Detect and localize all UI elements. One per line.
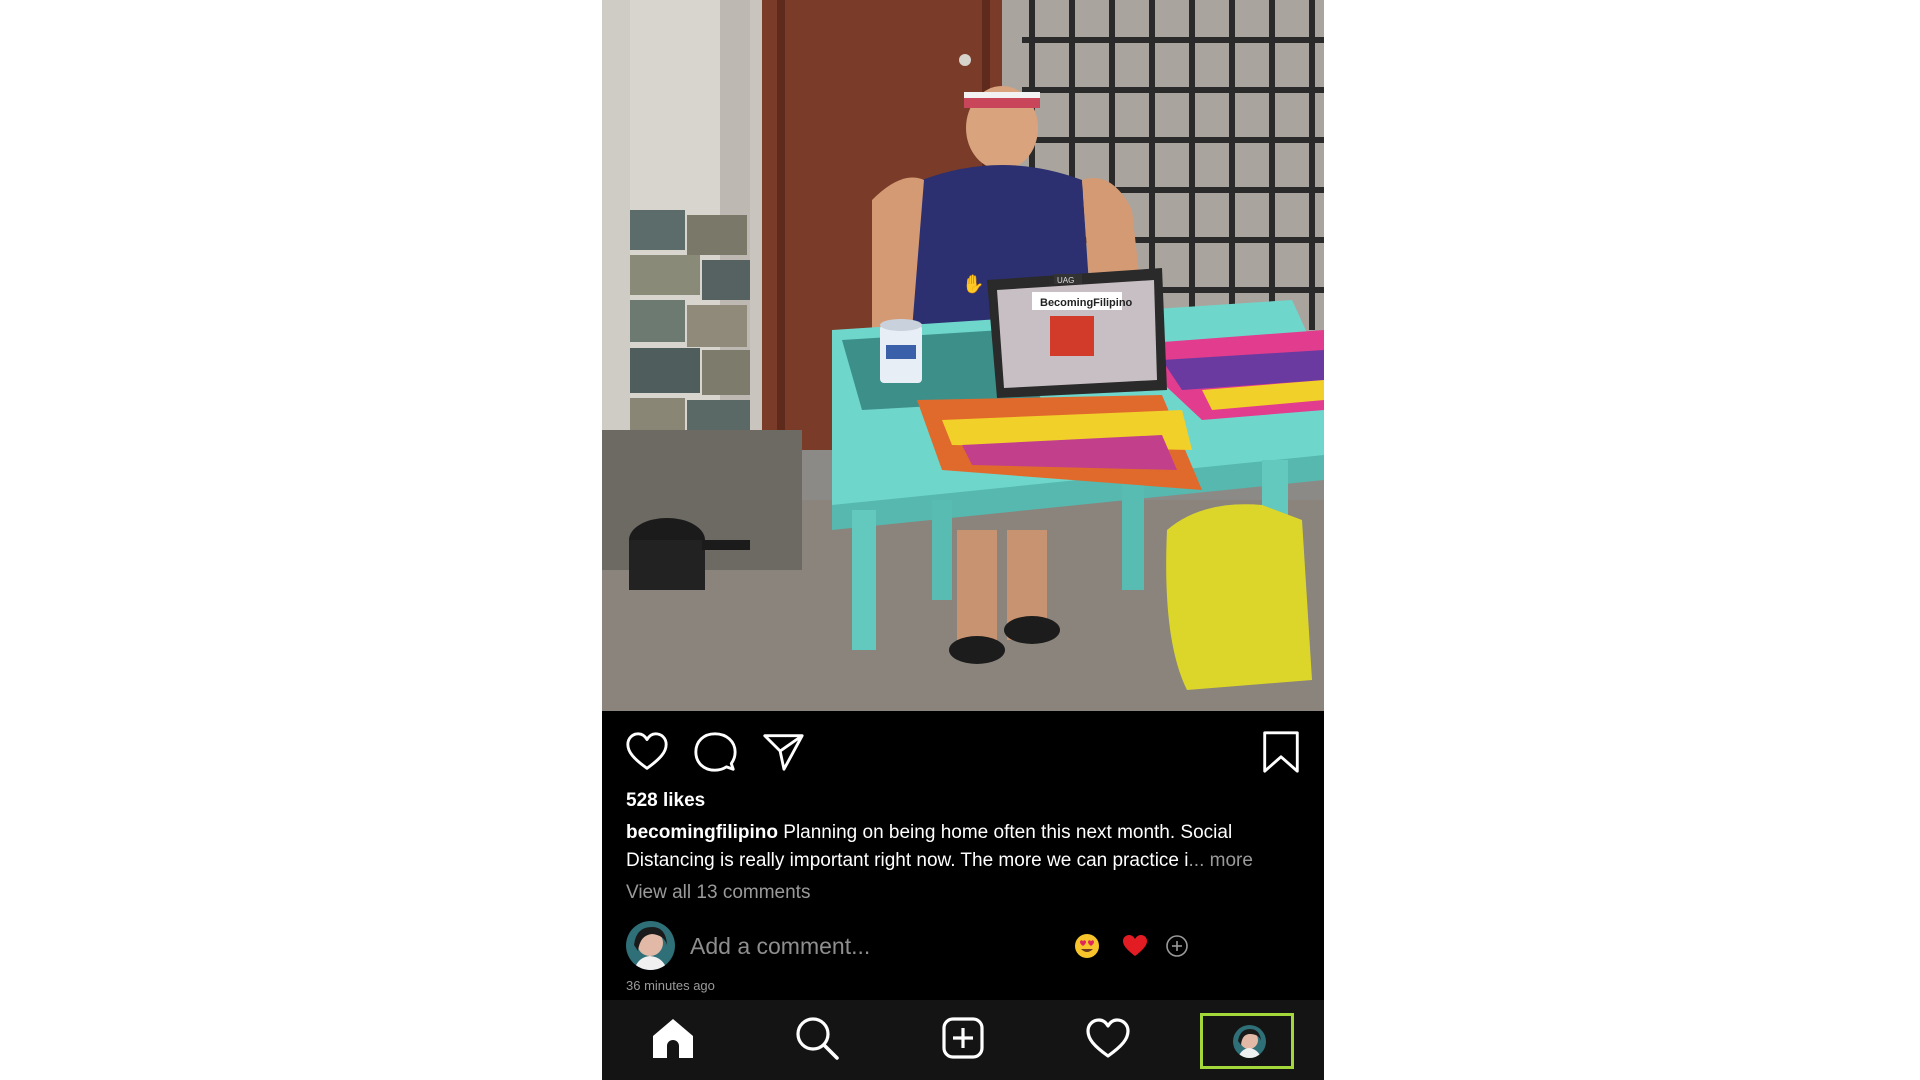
view-all-comments-link[interactable]: View all 13 comments <box>626 882 810 904</box>
save-button[interactable] <box>1258 729 1304 775</box>
more-reactions-button[interactable] <box>1164 933 1190 959</box>
profile-avatar-image <box>1233 1025 1266 1058</box>
nav-new-post[interactable] <box>939 1014 987 1062</box>
post-caption: becomingfilipino Planning on being home … <box>626 819 1306 875</box>
nav-search[interactable] <box>793 1014 841 1062</box>
new-post-icon <box>942 1017 984 1059</box>
profile-avatar-icon <box>1233 1025 1266 1058</box>
laptop: BecomingFilipino UAG <box>987 268 1167 398</box>
nav-activity[interactable] <box>1084 1014 1132 1062</box>
user-avatar-image <box>626 921 675 970</box>
quick-reaction-heart-eyes[interactable] <box>1074 933 1100 959</box>
send-icon <box>763 734 804 771</box>
svg-text:✋: ✋ <box>962 273 984 294</box>
yellow-bag <box>1166 504 1312 690</box>
caption-username[interactable]: becomingfilipino <box>626 822 778 843</box>
comment-button[interactable] <box>692 729 738 775</box>
instagram-post-screen: ✋ BecomingFilipino UAG 528 likes becomin… <box>602 0 1324 1080</box>
nav-home[interactable] <box>649 1014 697 1062</box>
share-button[interactable] <box>760 729 806 775</box>
post-timestamp: 36 minutes ago <box>626 978 715 993</box>
heart-icon <box>626 732 668 770</box>
bottom-navigation-bar <box>602 1000 1324 1080</box>
post-photo-illustration: ✋ BecomingFilipino UAG <box>602 0 1324 711</box>
more-link[interactable]: ... more <box>1189 850 1253 871</box>
heart-eyes-emoji-icon <box>1075 934 1099 958</box>
coffee-mug <box>880 319 922 383</box>
home-icon <box>653 1019 693 1058</box>
comment-icon <box>694 732 737 772</box>
like-button[interactable] <box>624 729 670 775</box>
likes-count[interactable]: 528 likes <box>626 790 705 812</box>
quick-reaction-red-heart[interactable] <box>1122 933 1148 959</box>
svg-text:BecomingFilipino: BecomingFilipino <box>1040 297 1133 309</box>
nav-profile[interactable] <box>1200 1013 1294 1069</box>
plus-circle-icon <box>1166 935 1188 957</box>
bookmark-icon <box>1263 731 1299 773</box>
red-heart-emoji-icon <box>1123 935 1147 956</box>
svg-text:UAG: UAG <box>1057 276 1074 285</box>
post-action-bar <box>602 711 1324 789</box>
activity-heart-icon <box>1086 1018 1130 1058</box>
avatar <box>626 921 675 970</box>
search-icon <box>796 1017 839 1060</box>
comment-input[interactable] <box>690 930 1070 962</box>
post-photo[interactable]: ✋ BecomingFilipino UAG <box>602 0 1324 711</box>
add-comment-row <box>602 920 1324 972</box>
